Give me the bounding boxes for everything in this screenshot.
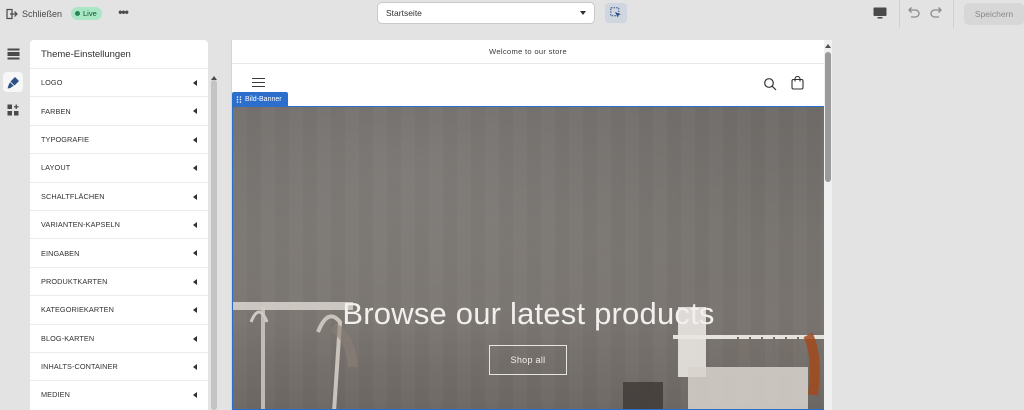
more-actions-button[interactable]: ••• — [114, 5, 132, 21]
preview-scrollbar-thumb[interactable] — [825, 52, 831, 182]
undo-icon[interactable] — [906, 6, 921, 20]
setting-item-label: VARIANTEN-KAPSELN — [41, 220, 121, 230]
inspector-toggle-button[interactable] — [605, 3, 627, 23]
setting-item-layout[interactable]: LAYOUT — [30, 153, 208, 181]
caret-left-icon — [193, 363, 197, 370]
setting-item-schaltflaechen[interactable]: SCHALTFLÄCHEN — [30, 181, 208, 210]
editor-icon-rail — [0, 28, 28, 410]
setting-item-label: LOGO — [41, 78, 63, 88]
caret-left-icon — [193, 335, 197, 342]
caret-left-icon — [193, 80, 197, 86]
caret-left-icon — [193, 221, 197, 228]
exit-label: Schließen — [22, 9, 63, 19]
setting-item-logo[interactable]: LOGO — [30, 68, 208, 96]
storefront-preview: Welcome to our store Bild-Banner Browse … — [231, 40, 824, 410]
setting-item-label: EINGABEN — [41, 248, 80, 258]
toolbar-divider — [953, 0, 954, 28]
setting-item-label: KATEGORIEKARTEN — [41, 305, 114, 315]
setting-item-label: TYPOGRAFIE — [41, 134, 90, 144]
theme-settings-panel: Theme-Einstellungen LOGO FARBEN TYPOGRAF… — [30, 40, 208, 410]
exit-icon — [6, 8, 18, 20]
setting-item-label: BLOG-KARTEN — [41, 333, 95, 343]
apps-rail-button[interactable] — [3, 100, 23, 120]
caret-left-icon — [193, 250, 197, 257]
setting-item-varianten-kapseln[interactable]: VARIANTEN-KAPSELN — [30, 209, 208, 238]
setting-item-label: PRODUKTKARTEN — [41, 276, 108, 286]
caret-left-icon — [193, 392, 197, 399]
live-status-badge: Live — [71, 7, 102, 20]
panel-scrollbar-thumb[interactable] — [211, 80, 217, 410]
page-selector-value: Startseite — [386, 8, 422, 18]
setting-item-typografie[interactable]: TYPOGRAFIE — [30, 124, 208, 153]
preview-scrollbar[interactable] — [824, 40, 832, 410]
cart-icon[interactable] — [791, 76, 804, 90]
setting-item-medien[interactable]: MEDIEN — [30, 380, 208, 408]
page-selector[interactable]: Startseite — [377, 2, 595, 24]
shop-all-button[interactable]: Shop all — [489, 345, 567, 375]
panel-scrollbar[interactable] — [209, 70, 219, 410]
paintbrush-icon — [7, 76, 19, 88]
editor-topbar: Schließen Live ••• Startseite Speichern — [0, 0, 1024, 28]
redo-icon[interactable] — [929, 6, 944, 20]
apps-grid-icon — [7, 104, 19, 116]
theme-settings-rail-button[interactable] — [3, 72, 23, 92]
setting-item-inhalts-container[interactable]: INHALTS-CONTAINER — [30, 351, 208, 380]
caret-left-icon — [193, 108, 197, 115]
exit-button[interactable]: Schließen — [6, 6, 62, 22]
store-header — [232, 64, 824, 106]
sections-icon — [7, 48, 19, 60]
chevron-down-icon — [580, 11, 586, 15]
setting-item-farben[interactable]: FARBEN — [30, 96, 208, 124]
caret-left-icon — [193, 193, 197, 200]
caret-left-icon — [193, 136, 197, 143]
toolbar-divider — [899, 0, 900, 28]
panel-title: Theme-Einstellungen — [41, 48, 131, 60]
setting-item-kategoriekarten[interactable]: KATEGORIEKARTEN — [30, 295, 208, 323]
search-icon[interactable] — [763, 77, 777, 91]
setting-item-label: MEDIEN — [41, 390, 70, 400]
setting-item-label: FARBEN — [41, 106, 71, 116]
announcement-bar: Welcome to our store — [232, 40, 824, 64]
section-tag[interactable]: Bild-Banner — [232, 92, 288, 106]
setting-item-blog-karten[interactable]: BLOG-KARTEN — [30, 323, 208, 352]
save-button[interactable]: Speichern — [964, 3, 1024, 25]
sections-rail-button[interactable] — [3, 44, 23, 64]
caret-left-icon — [193, 165, 197, 172]
status-dot-icon — [75, 11, 80, 16]
setting-item-produktkarten[interactable]: PRODUKTKARTEN — [30, 266, 208, 295]
caret-left-icon — [193, 278, 197, 285]
drag-handle-icon — [236, 95, 242, 103]
setting-item-label: LAYOUT — [41, 163, 71, 173]
image-banner[interactable]: Browse our latest products Shop all — [232, 106, 824, 410]
menu-icon[interactable] — [252, 78, 265, 87]
desktop-preview-icon[interactable] — [872, 6, 888, 20]
setting-item-eingaben[interactable]: EINGABEN — [30, 238, 208, 266]
caret-left-icon — [193, 307, 197, 314]
setting-item-label: INHALTS-CONTAINER — [41, 362, 118, 372]
select-cursor-icon — [610, 7, 621, 18]
setting-item-label: SCHALTFLÄCHEN — [41, 191, 105, 201]
section-tag-label: Bild-Banner — [245, 95, 282, 103]
banner-heading: Browse our latest products — [342, 296, 715, 331]
live-status-label: Live — [83, 9, 97, 18]
scroll-up-arrow-icon[interactable] — [825, 44, 831, 48]
